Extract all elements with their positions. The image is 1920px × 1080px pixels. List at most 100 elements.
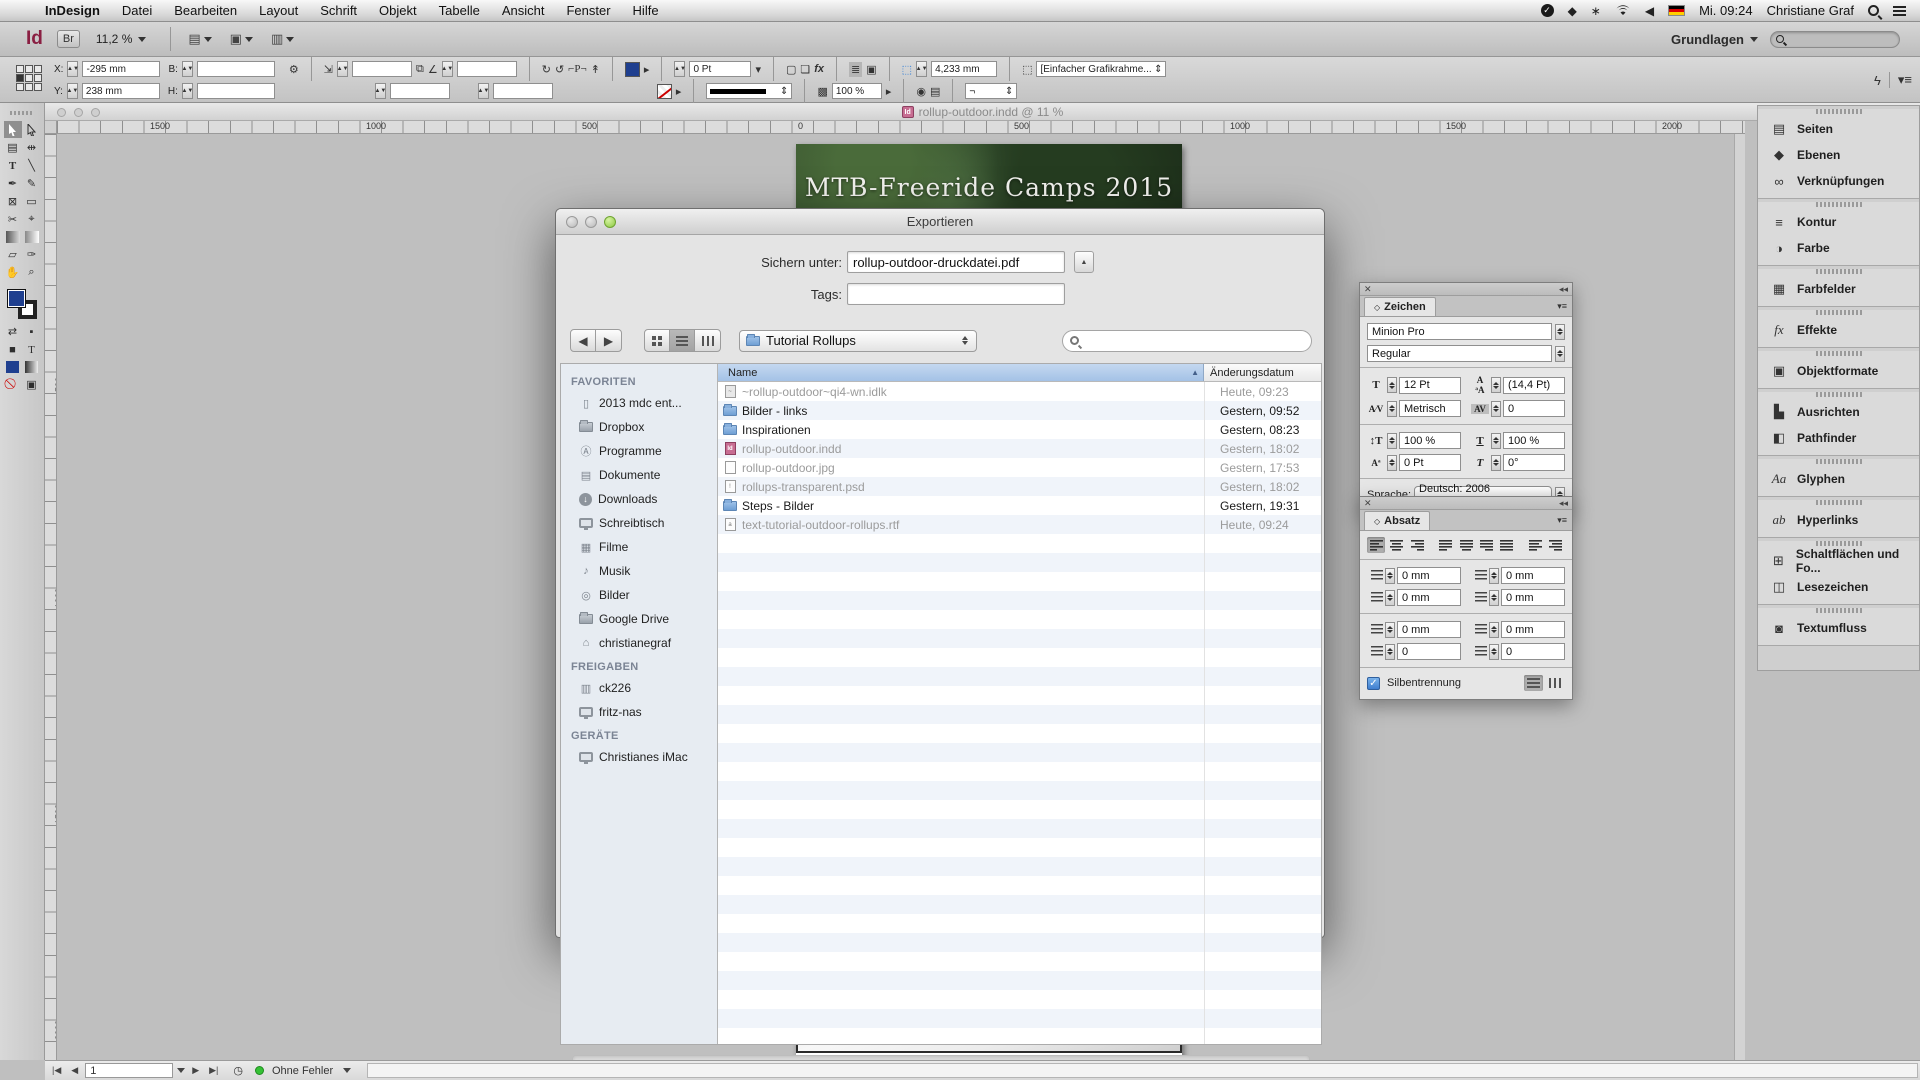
dialog-title-bar[interactable]: Exportieren <box>556 209 1324 235</box>
scale-y-stepper[interactable]: ▲▼ <box>375 83 386 99</box>
menu-item-hilfe[interactable]: Hilfe <box>622 3 670 18</box>
filename-input[interactable]: rollup-outdoor-druckdatei.pdf <box>847 251 1065 273</box>
constrain-proportions-icon[interactable]: ⚙ <box>289 63 299 76</box>
view-switcher[interactable] <box>644 329 721 352</box>
workspace-switcher[interactable]: Grundlagen <box>1671 32 1758 47</box>
kerning-stepper[interactable] <box>1387 401 1397 417</box>
fill-flyout-arrow[interactable]: ▸ <box>644 63 650 76</box>
file-row[interactable]: Steps - BilderGestern, 19:31 <box>718 496 1321 515</box>
last-page-button[interactable]: ▶| <box>206 1065 221 1076</box>
leading-field[interactable]: (14,4 Pt) <box>1503 377 1565 394</box>
formatting-text-icon[interactable]: T <box>23 341 41 358</box>
panel-menu-icon[interactable]: ▾≡ <box>1889 72 1912 88</box>
dock-item-ausrichten[interactable]: ▙Ausrichten <box>1758 399 1919 425</box>
rotate-cw-icon[interactable]: ↻ <box>542 63 551 76</box>
stroke-weight-field[interactable]: 0 Pt <box>689 61 751 77</box>
close-button[interactable] <box>566 216 578 228</box>
ruler-origin[interactable] <box>45 121 57 134</box>
dock-item-ebenen[interactable]: ◆Ebenen <box>1758 142 1919 168</box>
window-traffic-lights[interactable] <box>566 216 616 228</box>
sidebar-item-schreibtisch[interactable]: Schreibtisch <box>561 511 717 535</box>
wrap-around-icon[interactable]: ▣ <box>866 63 876 76</box>
left-indent-stepper[interactable] <box>1385 568 1395 584</box>
w-field[interactable] <box>197 61 275 77</box>
scale-x-field[interactable] <box>352 61 412 77</box>
shear-stepper[interactable]: ▲▼ <box>478 83 489 99</box>
object-style-popup[interactable]: [Einfacher Grafikrahme...⇕ <box>1036 61 1166 77</box>
h-field[interactable] <box>197 83 275 99</box>
wrap-offset-popup[interactable]: ¬⇕ <box>965 83 1017 99</box>
panel-drag-bar[interactable]: ✕◂◂ <box>1360 497 1572 510</box>
dock-item-lesezeichen[interactable]: ◫Lesezeichen <box>1758 574 1919 600</box>
wifi-icon[interactable] <box>1615 5 1631 16</box>
location-popup[interactable]: Tutorial Rollups <box>739 330 977 352</box>
hscale-field[interactable]: 100 % <box>1503 432 1565 449</box>
space-before-field[interactable]: 0 mm <box>1397 621 1461 638</box>
close-icon[interactable]: ✕ <box>1364 498 1372 509</box>
vscale-field[interactable]: 100 % <box>1399 432 1461 449</box>
dock-gripper[interactable] <box>1816 500 1862 505</box>
justify-last-right-button[interactable] <box>1477 537 1495 553</box>
gradient-feather-tool[interactable] <box>25 231 39 243</box>
menu-item-layout[interactable]: Layout <box>248 3 309 18</box>
dialog-search-input[interactable] <box>1062 330 1312 352</box>
column-header-date[interactable]: Änderungsdatum <box>1204 364 1321 381</box>
corner-radius-field[interactable]: 4,233 mm <box>931 61 997 77</box>
align-center-button[interactable] <box>1387 537 1405 553</box>
dock-item-schaltfl-chen-und-fo-[interactable]: ⊞Schaltflächen und Fo... <box>1758 548 1919 574</box>
scissors-tool[interactable]: ✂ <box>4 211 22 228</box>
font-family-field[interactable]: Minion Pro <box>1367 323 1552 340</box>
menu-item-schrift[interactable]: Schrift <box>309 3 368 18</box>
dock-gripper[interactable] <box>1816 351 1862 356</box>
flip-vertical-icon[interactable]: ↟ <box>591 63 600 76</box>
knockout-group-icon[interactable]: ▤ <box>930 85 940 98</box>
dock-item-glyphen[interactable]: AaGlyphen <box>1758 466 1919 492</box>
dock-gripper[interactable] <box>1816 459 1862 464</box>
sidebar-item-filme[interactable]: ▦Filme <box>561 535 717 559</box>
x-field[interactable]: -295 mm <box>82 61 160 77</box>
dock-item-farbfelder[interactable]: ▦Farbfelder <box>1758 276 1919 302</box>
dock-item-hyperlinks[interactable]: abHyperlinks <box>1758 507 1919 533</box>
first-page-button[interactable]: |◀ <box>49 1065 64 1076</box>
page-number-field[interactable]: 1 <box>85 1063 173 1078</box>
right-indent-field[interactable]: 0 mm <box>1501 567 1565 584</box>
prev-page-button[interactable]: ◀ <box>68 1065 81 1076</box>
window-controls[interactable] <box>57 108 100 117</box>
dock-gripper[interactable] <box>1816 202 1862 207</box>
menubar-clock[interactable]: Mi. 09:24 <box>1699 3 1752 18</box>
last-line-indent-stepper[interactable] <box>1489 590 1499 606</box>
justify-last-left-button[interactable] <box>1436 537 1454 553</box>
file-row[interactable]: rollup-outdoor.jpgGestern, 17:53 <box>718 458 1321 477</box>
corner-options-icon[interactable]: ▢ <box>786 63 796 76</box>
justify-all-button[interactable] <box>1498 537 1516 553</box>
column-view-button[interactable] <box>695 330 720 351</box>
align-towards-spine-button[interactable] <box>1526 537 1544 553</box>
dock-gripper[interactable] <box>1816 109 1862 114</box>
dock-item-textumfluss[interactable]: ◙Textumfluss <box>1758 615 1919 641</box>
stroke-weight-arrow[interactable]: ▾ <box>755 63 761 76</box>
dock-item-objektformate[interactable]: ▣Objektformate <box>1758 358 1919 384</box>
collapse-icon[interactable]: ◂◂ <box>1559 284 1568 295</box>
dock-gripper[interactable] <box>1816 392 1862 397</box>
file-row[interactable]: Bilder - linksGestern, 09:52 <box>718 401 1321 420</box>
stroke-weight-stepper[interactable]: ▲▼ <box>674 61 685 77</box>
tags-input[interactable] <box>847 283 1065 305</box>
fill-stroke-swatches[interactable] <box>7 289 37 319</box>
kerning-field[interactable]: Metrisch <box>1399 400 1461 417</box>
sidebar-item-christianes-imac[interactable]: Christianes iMac <box>561 745 717 769</box>
pen-tool[interactable]: ✒ <box>4 175 22 192</box>
screen-mode-button[interactable]: ▣ <box>230 31 253 47</box>
direct-selection-tool[interactable] <box>23 121 41 138</box>
dropbox-icon[interactable]: ◆ <box>1568 4 1577 18</box>
arrange-documents-button[interactable]: ▥ <box>271 31 294 47</box>
file-row[interactable]: !rollups-transparent.psdGestern, 18:02 <box>718 477 1321 496</box>
preflight-menu-icon[interactable]: ◷ <box>233 1064 243 1077</box>
space-after-stepper[interactable] <box>1489 622 1499 638</box>
fill-swatch[interactable] <box>7 289 26 308</box>
drop-cap-lines-stepper[interactable] <box>1385 644 1395 660</box>
sidebar-item-programme[interactable]: ⒶProgramme <box>561 439 717 463</box>
zoom-button[interactable] <box>604 216 616 228</box>
formatting-container-icon[interactable]: ■ <box>4 341 22 358</box>
zoom-level-dropdown[interactable]: 11,2 % <box>96 32 146 46</box>
dock-item-verkn-pfungen[interactable]: ∞Verknüpfungen <box>1758 168 1919 194</box>
